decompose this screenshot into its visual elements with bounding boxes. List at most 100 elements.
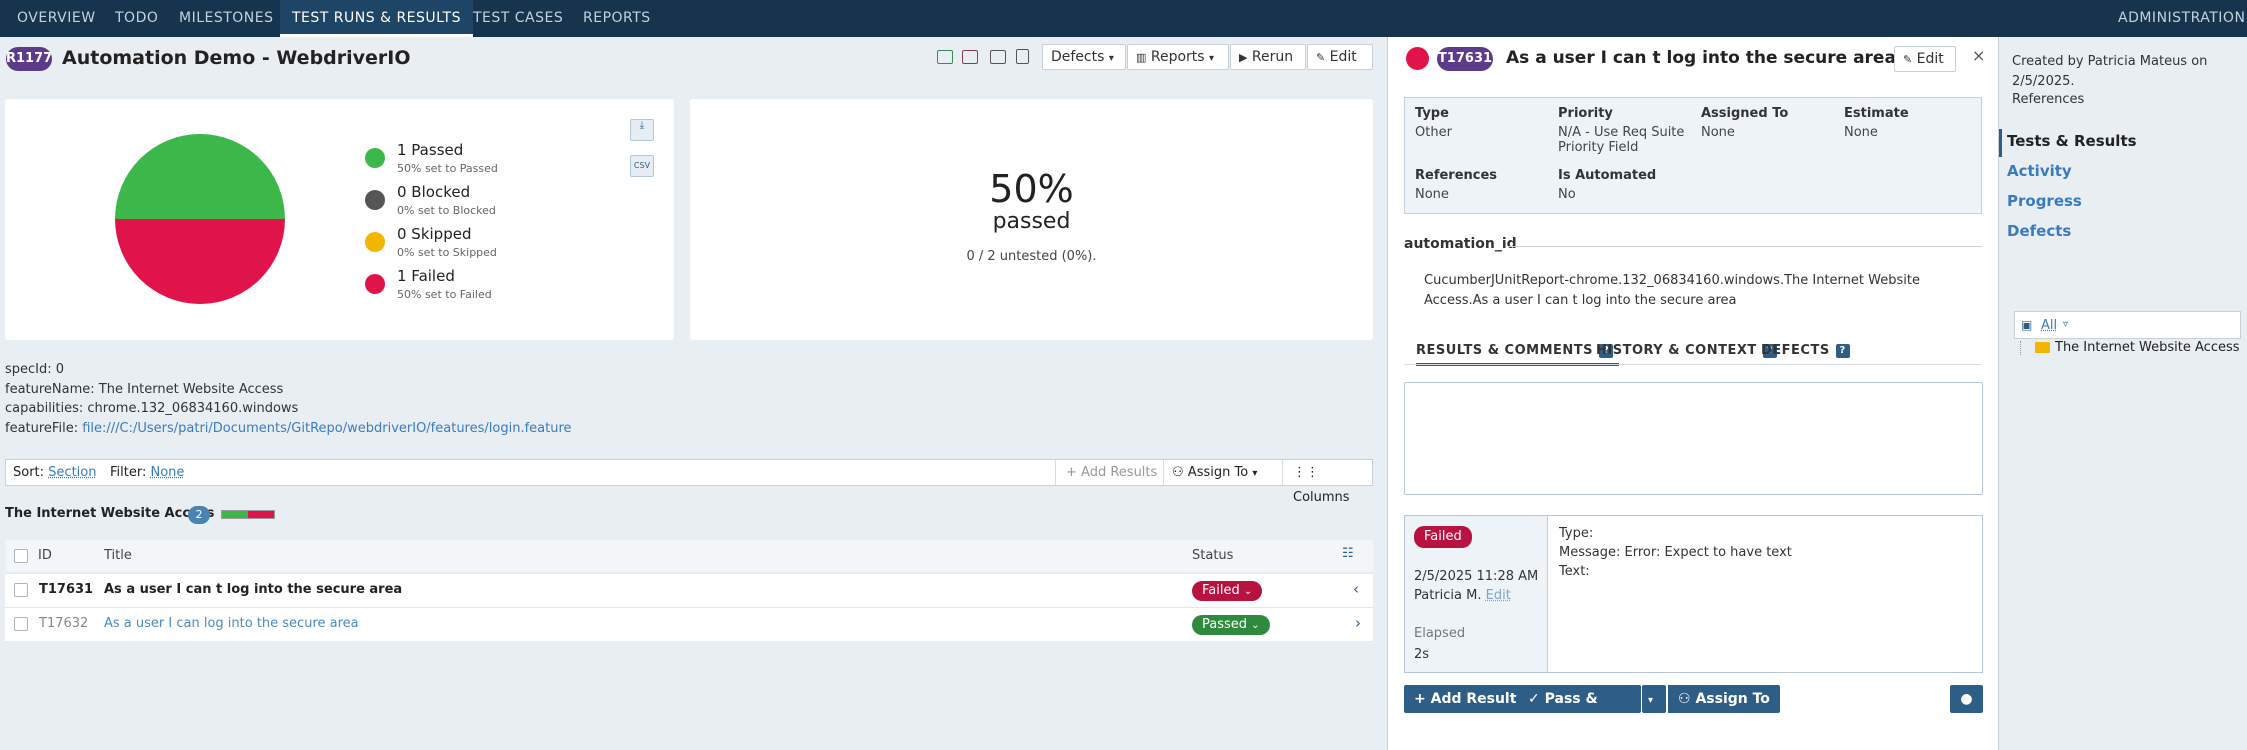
edit-run-label: Edit [1329,49,1357,65]
filter-value[interactable]: None [151,465,185,480]
chevron-right-icon[interactable]: › [1355,614,1361,632]
tab-todo[interactable]: TODO [115,0,158,37]
assign-to-button[interactable]: ⚇ Assign To [1666,685,1780,713]
image-download-icon[interactable]: ⤓ [630,119,654,141]
comment-textarea[interactable] [1404,382,1983,495]
test-detail-pane: T17631 As a user I can t log into the se… [1387,37,1998,750]
mail-icon[interactable] [937,50,953,64]
test-id-badge: T17631 [1437,47,1493,71]
row-checkbox[interactable] [14,583,28,597]
filter-control[interactable]: Filter: None [110,465,184,480]
assign-to-dropdown[interactable]: ⚇ Assign To ▾ [1163,460,1282,485]
references-value: None [1415,187,1449,202]
result-message-line: Message: Error: Expect to have text [1559,545,1792,560]
more-options-button[interactable]: ● [1950,685,1983,713]
tab-overview[interactable]: OVERVIEW [17,0,96,37]
result-edit-link[interactable]: Edit [1486,588,1511,603]
status-badge[interactable]: Failed ⌄ [1192,581,1263,601]
help-icon[interactable]: ? [1835,343,1850,358]
type-label: Type [1415,106,1449,121]
table-row[interactable]: T17631 As a user I can t log into the se… [5,573,1373,607]
export-icon[interactable] [962,50,978,64]
chevron-left-icon[interactable]: ‹ [1353,580,1359,598]
column-header-title[interactable]: Title [104,548,132,563]
tab-administration[interactable]: ADMINISTRATION [2118,0,2245,37]
table-row[interactable]: T17632 As a user I can log into the secu… [5,607,1373,641]
status-chart-panel: 1 Passed 50% set to Passed 0 Blocked 0% … [5,99,674,340]
row-title[interactable]: As a user I can log into the secure area [104,616,359,631]
passed-word: passed [992,209,1071,234]
table-header: ID Title Status ☷ [5,540,1373,572]
sidebar-link-progress[interactable]: Progress [2007,192,2082,210]
edit-run-button[interactable]: ✎ Edit [1307,44,1373,70]
select-all-checkbox[interactable] [14,549,28,563]
section-title[interactable]: The Internet Website Access [5,506,214,521]
status-badge[interactable]: Passed ⌄ [1192,615,1270,635]
tab-test-cases[interactable]: TEST CASES [473,0,563,37]
chevron-down-icon: ▿ [2063,319,2069,330]
rerun-button[interactable]: ▶ Rerun [1230,44,1306,70]
print-icon[interactable] [990,50,1006,64]
column-settings-icon[interactable]: ☷ [1342,546,1354,561]
add-results-label: Add Results [1081,465,1158,480]
capabilities: capabilities: chrome.132_06834160.window… [5,401,299,416]
row-id: T17631 [39,582,94,597]
priority-value: N/A - Use Req Suite Priority Field [1558,125,1685,155]
sidebar-link-tests-results[interactable]: Tests & Results [2007,132,2137,150]
csv-download-icon[interactable]: CSV [630,155,654,177]
filter-all-link[interactable]: All [2041,318,2057,333]
tab-defects[interactable]: DEFECTS? [1761,343,1850,358]
chart-icon: ▥ [1136,51,1147,64]
run-title: Automation Demo - WebdriverIO [62,47,411,69]
add-result-button[interactable]: + Add Result [1404,685,1527,713]
feature-file-link[interactable]: file:///C:/Users/patri/Documents/GitRepo… [82,421,571,436]
feature-file: featureFile: file:///C:/Users/patri/Docu… [5,421,572,436]
add-results-button[interactable]: + Add Results [1055,460,1163,485]
tree-item-section[interactable]: The Internet Website Access [2055,340,2240,355]
result-status-badge: Failed [1414,526,1472,548]
row-title[interactable]: As a user I can t log into the secure ar… [104,582,402,597]
add-result-label: Add Result [1430,691,1517,707]
column-header-id[interactable]: ID [38,548,52,563]
defects-label: Defects [1051,49,1105,65]
sidebar-link-activity[interactable]: Activity [2007,162,2072,180]
reports-dropdown[interactable]: ▥ Reports ▾ [1127,44,1229,70]
row-checkbox[interactable] [14,617,28,631]
status-label: Failed [1202,583,1240,598]
column-header-status[interactable]: Status [1192,548,1233,563]
assigned-to-label: Assigned To [1701,106,1789,121]
sidebar-link-defects[interactable]: Defects [2007,222,2071,240]
tree-line [2020,341,2021,355]
filter-label: Filter: [110,465,147,480]
sort-value[interactable]: Section [48,465,96,480]
tab-reports[interactable]: REPORTS [583,0,651,37]
pass-next-dropdown[interactable]: ▾ [1642,685,1666,713]
created-by: Created by Patricia Mateus on 2/5/2025. [2012,54,2208,89]
pass-next-button[interactable]: ✓ Pass & Next [1518,685,1641,735]
divider [1508,246,1982,247]
columns-button[interactable]: ⋮⋮ Columns [1282,460,1373,505]
edit-test-label: Edit [1916,51,1944,67]
legend-label-passed: 1 Passed [397,141,464,159]
sort-control[interactable]: Sort: Section [13,465,96,480]
close-icon[interactable]: × [1972,46,1985,65]
tab-test-runs-results[interactable]: TEST RUNS & RESULTS [280,0,473,37]
defects-dropdown[interactable]: Defects ▾ [1042,44,1126,70]
legend-sub-blocked: 0% set to Blocked [397,204,496,217]
pencil-icon: ✎ [1316,51,1326,64]
chevron-down-icon: ▾ [1648,695,1654,706]
is-automated-value: No [1558,187,1576,202]
tab-results-comments[interactable]: RESULTS & COMMENTS? [1416,343,1620,366]
tab-defects-label: DEFECTS [1761,343,1830,358]
section-progress-passed [222,511,248,518]
filter-icon: ▣ [2021,318,2033,332]
legend-sub-failed: 50% set to Failed [397,288,492,301]
legend-dot-blocked [365,190,385,210]
tree-filter[interactable]: ▣ All ▿ [2014,311,2241,339]
play-icon: ▶ [1239,51,1248,64]
tab-milestones[interactable]: MILESTONES [179,0,274,37]
reports-label: Reports [1150,49,1205,65]
tab-history-context[interactable]: HISTORY & CONTEXT? [1596,343,1777,358]
edit-test-button[interactable]: ✎ Edit [1894,46,1956,72]
lock-icon[interactable] [1016,49,1029,64]
